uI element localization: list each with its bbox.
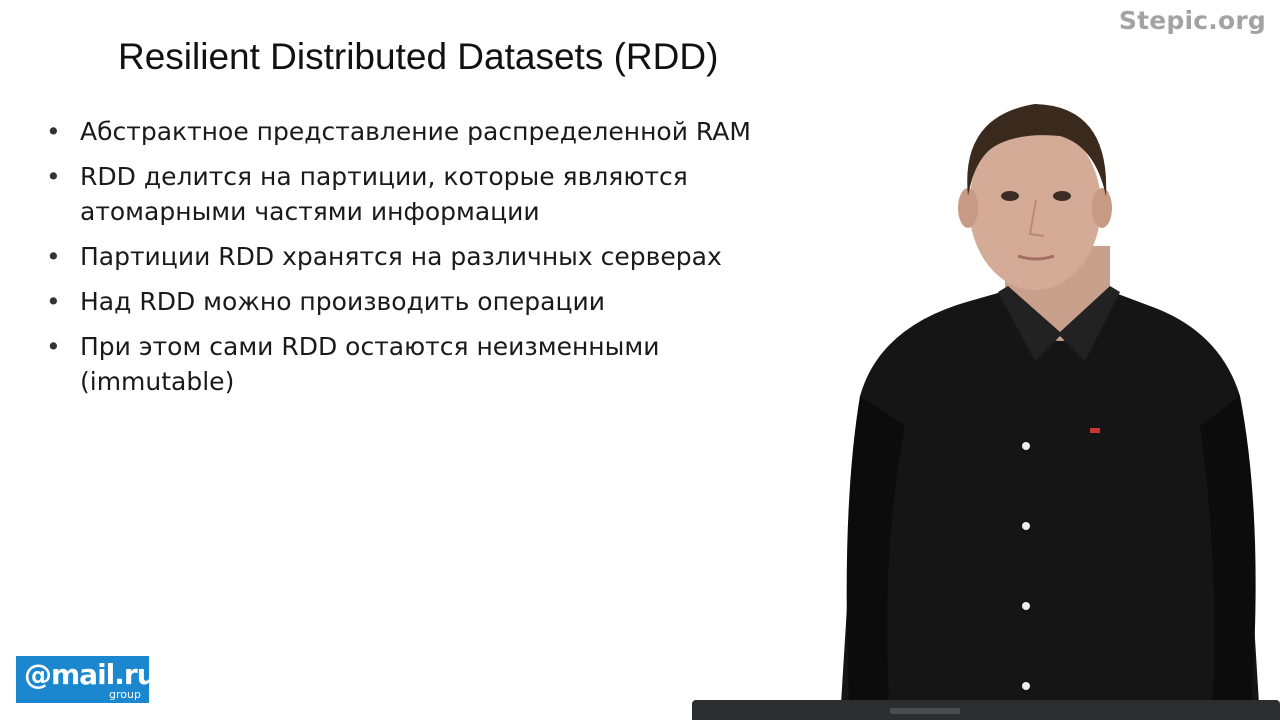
bullet-item: • При этом сами RDD остаются неизменными… <box>44 329 730 399</box>
bullet-item: • Абстрактное представление распределенн… <box>44 114 824 149</box>
bullet-text: Партиции RDD хранятся на различных серве… <box>80 242 722 271</box>
presenter-figure <box>840 104 1260 720</box>
bullet-text: RDD делится на партиции, которые являютс… <box>80 162 688 226</box>
bullet-text: Над RDD можно производить операции <box>80 287 606 316</box>
slide-title: Resilient Distributed Datasets (RDD) <box>118 36 719 77</box>
stepic-watermark: Stepic.org <box>1118 6 1266 35</box>
laptop-edge <box>692 700 1280 720</box>
bullet-item: • RDD делится на партиции, которые являю… <box>44 159 730 229</box>
bullet-item: • Над RDD можно производить операции <box>44 284 824 319</box>
logo-sub-text: group <box>109 688 141 701</box>
laptop-vent <box>890 708 960 714</box>
logo-main-text: @mail.ru <box>24 658 149 691</box>
mailru-group-logo: @mail.ru group <box>16 656 149 703</box>
bullet-text: При этом сами RDD остаются неизменными (… <box>80 332 660 396</box>
bullet-marker: • <box>46 162 61 191</box>
bullet-marker: • <box>46 242 61 271</box>
bullet-text: Абстрактное представление распределенной… <box>80 117 751 146</box>
bullet-item: • Партиции RDD хранятся на различных сер… <box>44 239 824 274</box>
bullet-marker: • <box>46 117 61 146</box>
bullet-marker: • <box>46 332 61 361</box>
bullet-list: • Абстрактное представление распределенн… <box>44 114 824 409</box>
bullet-marker: • <box>46 287 61 316</box>
